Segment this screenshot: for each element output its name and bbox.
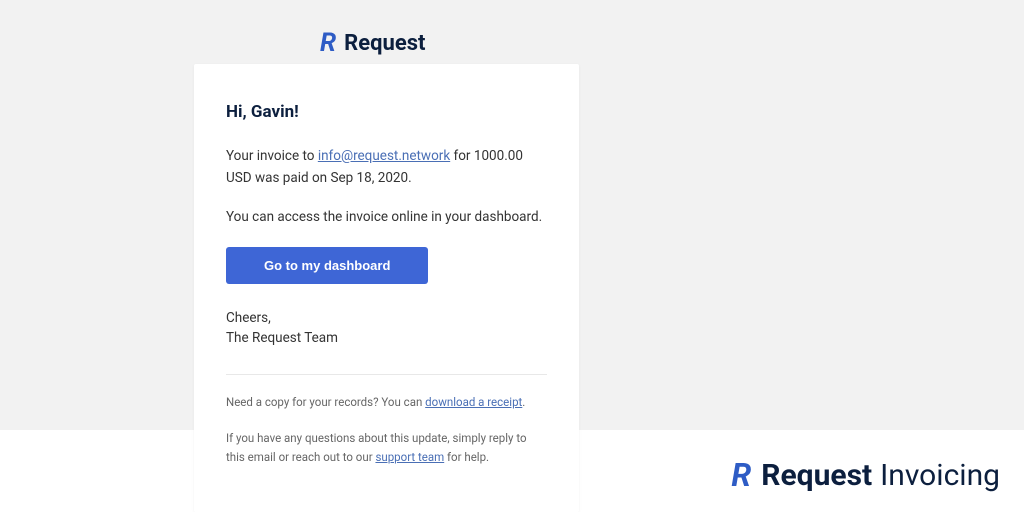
signoff: Cheers, The Request Team xyxy=(226,308,547,349)
signoff-team: The Request Team xyxy=(226,330,338,346)
greeting: Hi, Gavin! xyxy=(226,102,547,122)
email-card: Hi, Gavin! Your invoice to info@request.… xyxy=(194,64,579,512)
header-logo: R Request xyxy=(320,28,426,58)
go-to-dashboard-button[interactable]: Go to my dashboard xyxy=(226,247,428,284)
invoice-paid-text: Your invoice to info@request.network for… xyxy=(226,146,547,189)
support-suffix: for help. xyxy=(444,450,489,464)
download-receipt-text: Need a copy for your records? You can do… xyxy=(226,393,547,413)
header-brand-text: Request xyxy=(344,31,425,56)
access-info-text: You can access the invoice online in you… xyxy=(226,207,547,229)
watermark-logo: R Request Invoicing xyxy=(731,456,1000,494)
receipt-prefix: Need a copy for your records? You can xyxy=(226,395,425,409)
request-icon: R xyxy=(731,456,751,494)
download-receipt-link[interactable]: download a receipt xyxy=(425,395,522,409)
recipient-email-link[interactable]: info@request.network xyxy=(318,148,450,164)
watermark-brand: Request xyxy=(761,458,872,493)
signoff-cheers: Cheers, xyxy=(226,310,271,326)
watermark-product: Invoicing xyxy=(880,458,1000,493)
invoice-prefix: Your invoice to xyxy=(226,148,318,164)
divider xyxy=(226,374,547,375)
support-team-link[interactable]: support team xyxy=(375,450,444,464)
request-icon: R xyxy=(320,28,336,58)
support-text: If you have any questions about this upd… xyxy=(226,429,547,468)
receipt-suffix: . xyxy=(522,395,525,409)
